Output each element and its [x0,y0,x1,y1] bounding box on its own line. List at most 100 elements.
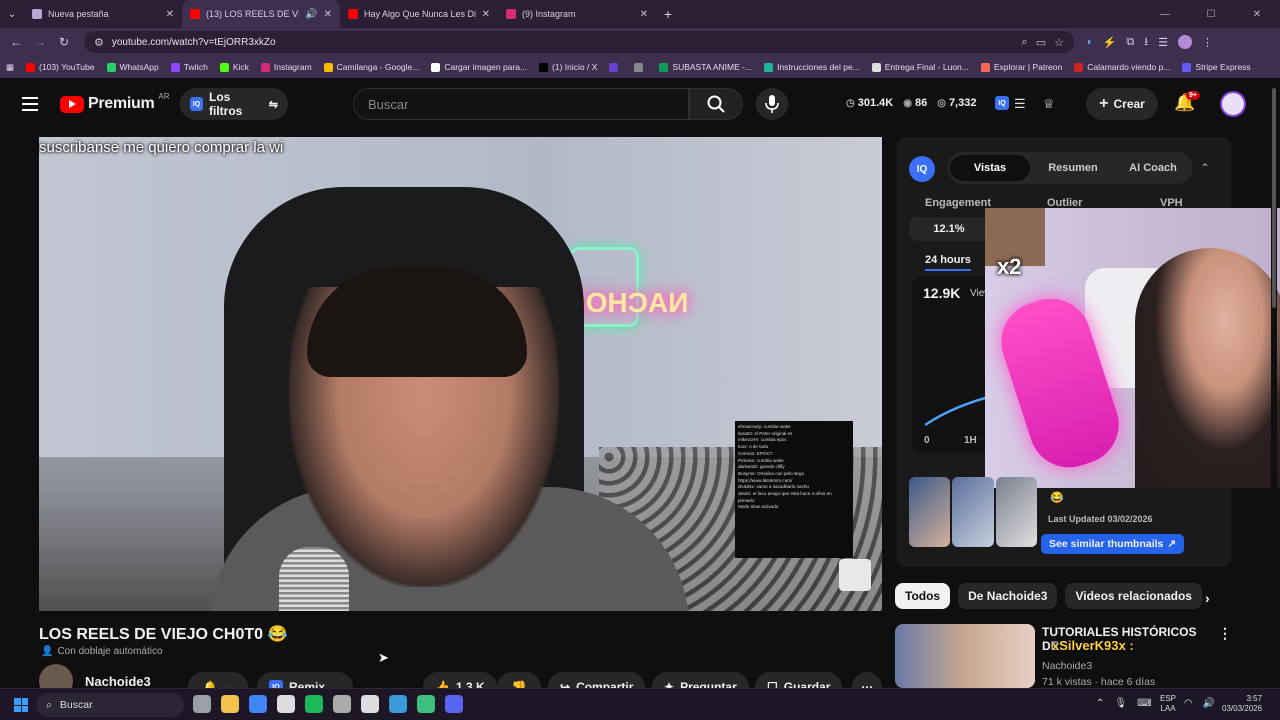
x-tick-0: 0 [924,435,930,446]
bookmark-item[interactable]: Instrucciones del pe... [764,62,860,72]
related-video-thumbnail[interactable] [895,624,1035,688]
search-input[interactable]: Buscar [353,88,689,120]
page-scrollbar[interactable] [1271,84,1277,688]
tab-search-icon[interactable]: ⌄ [0,0,24,28]
thumbnail-3[interactable] [995,477,1037,547]
thumbnail-2[interactable] [952,477,994,547]
tab-views[interactable]: Vistas [950,155,1030,181]
sidebar-icon[interactable]: ☰ [1158,36,1168,49]
chip-related[interactable]: Videos relacionados [1065,583,1202,609]
video-player[interactable]: NACHOIDE elmascrazy: cumbia wake lana03: … [39,137,882,611]
bookmark-item[interactable]: Stripe Express [1182,62,1251,72]
tab-ai-coach[interactable]: AI Coach [1113,162,1193,174]
bookmark-item[interactable]: Twitch [170,62,208,72]
channel-name[interactable]: Nachoide3 [85,674,151,689]
tab-close-icon[interactable]: ✕ [640,9,648,20]
period-tab-24h[interactable]: 24 hours [925,254,971,271]
close-window-button[interactable]: ✕ [1234,0,1280,28]
bookmark-item[interactable]: (103) YouTube [26,62,95,72]
voice-search-button[interactable] [756,88,788,120]
bookmark-item[interactable]: Explorar | Patreon [980,62,1062,72]
bookmark-item[interactable]: Instagram [260,62,312,72]
bookmark-star-icon[interactable]: ☆ [1054,36,1064,49]
back-button[interactable]: ← [6,32,26,52]
tab-summary[interactable]: Resumen [1033,162,1113,174]
cast-icon[interactable]: ▭ [1036,36,1046,49]
bookmark-item[interactable] [634,62,647,72]
keyboard-icon[interactable]: ⌨ [1137,698,1151,709]
bookmark-item[interactable]: Calamardo viendo p... [1074,62,1170,72]
chip-all[interactable]: Todos [895,583,951,609]
tray-mic-icon[interactable]: 🎙 [1114,698,1127,709]
search-button[interactable] [689,88,743,120]
taskbar-app-icon[interactable] [221,695,239,713]
tray-chevron-icon[interactable]: ⌃ [1096,698,1104,709]
zoom-icon[interactable]: ⌕ [1022,36,1028,49]
taskbar-app-icon[interactable] [417,695,435,713]
tab-2[interactable]: (13) LOS REELS DE VIEJO C 🔊 ✕ [182,0,340,28]
taskbar-app-icon[interactable] [305,695,323,713]
collapse-chevron-icon[interactable]: ⌃ [1200,161,1210,175]
bookmark-item[interactable] [609,62,622,72]
bookmark-item[interactable]: (1) Inicio / X [539,62,597,72]
tab-4[interactable]: (9) Instagram ✕ [498,0,656,28]
menu-kebab-icon[interactable]: ⋮ [1202,36,1213,49]
related-more-icon[interactable]: ⋮ [1218,625,1232,642]
chip-channel[interactable]: De Nachoide3 [958,583,1058,609]
reload-button[interactable]: ↻ [54,32,74,52]
site-info-icon[interactable]: ⚙ [94,36,104,49]
minimize-button[interactable]: — [1142,0,1188,28]
tab-3[interactable]: Hay Algo Que Nunca Les Dije - ✕ [340,0,498,28]
youtube-logo[interactable]: Premium AR [60,92,170,113]
system-clock[interactable]: 3:57 03/03/2026 [1222,694,1262,714]
thumbnail-strip[interactable] [909,477,1037,547]
maximize-button[interactable]: ☐ [1188,0,1234,28]
see-similar-button[interactable]: See similar thumbnails ↗ [1041,534,1185,554]
trophy-icon[interactable]: ♕ [1043,96,1055,112]
related-video-channel[interactable]: Nachoide3 [1042,660,1092,672]
microphone-icon [765,95,779,113]
extension-icon[interactable]: ⚡ [1103,36,1117,49]
tab-close-icon[interactable]: ✕ [166,9,174,20]
wifi-icon[interactable]: ◠ [1184,698,1193,709]
bookmark-item[interactable]: SUBASTA ANIME -... [659,62,752,72]
bookmark-item[interactable]: Kick [219,62,249,72]
taskbar-app-icon[interactable] [333,695,351,713]
tab-close-icon[interactable]: ✕ [482,9,490,20]
taskbar-app-icon[interactable] [249,695,267,713]
download-icon[interactable]: ⭳ [1144,33,1148,52]
tab-close-icon[interactable]: ✕ [324,9,332,20]
bookmark-item[interactable]: Camilanga - Google... [323,62,419,72]
profile-avatar[interactable] [1177,35,1192,49]
speaker-icon[interactable]: 🔊 [305,9,317,20]
related-filter-chips: Todos De Nachoide3 Videos relacionados [895,583,1202,609]
account-avatar[interactable] [1220,91,1246,117]
hamburger-menu-icon[interactable] [22,97,38,111]
bookmark-item[interactable]: Cargar imagen para... [431,62,527,72]
scrollbar-thumb[interactable] [1272,88,1276,308]
taskbar-app-icon[interactable] [361,695,379,713]
taskbar-app-icon[interactable] [389,695,407,713]
new-tab-button[interactable]: + [656,6,680,22]
create-button[interactable]: + Crear [1086,88,1158,120]
taskbar-app-icon[interactable] [445,695,463,713]
puzzle-icon[interactable]: ⧉ [1126,36,1134,49]
apps-grid-icon[interactable]: ▦ [6,62,14,73]
windows-start-icon[interactable] [14,698,28,712]
thumbnail-1[interactable] [909,477,951,547]
extension-icon[interactable]: ◗ [1086,36,1093,48]
list-icon[interactable]: ☰ [1014,96,1026,112]
bookmark-item[interactable]: WhatsApp [106,62,159,72]
language-indicator[interactable]: ESP LAA [1160,694,1176,714]
url-field[interactable]: ⚙ youtube.com/watch?v=tEjORR3xkZo ⌕ ▭ ☆ [84,31,1074,53]
chips-next-chevron-icon[interactable]: › [1205,590,1210,606]
taskbar-app-icon[interactable] [193,695,211,713]
taskbar-search-input[interactable]: ⌕ Buscar [36,693,184,717]
volume-icon[interactable]: 🔊 [1203,698,1215,709]
forward-button[interactable]: → [30,32,50,52]
iq-extension-icon[interactable]: IQ [995,96,1009,110]
bookmark-item[interactable]: Entrega Final - Luon... [871,62,969,72]
taskbar-app-icon[interactable] [277,695,295,713]
filters-button[interactable]: IQ Los filtros ⇋ [180,88,288,120]
tab-1[interactable]: Nueva pestaña ✕ [24,0,182,28]
